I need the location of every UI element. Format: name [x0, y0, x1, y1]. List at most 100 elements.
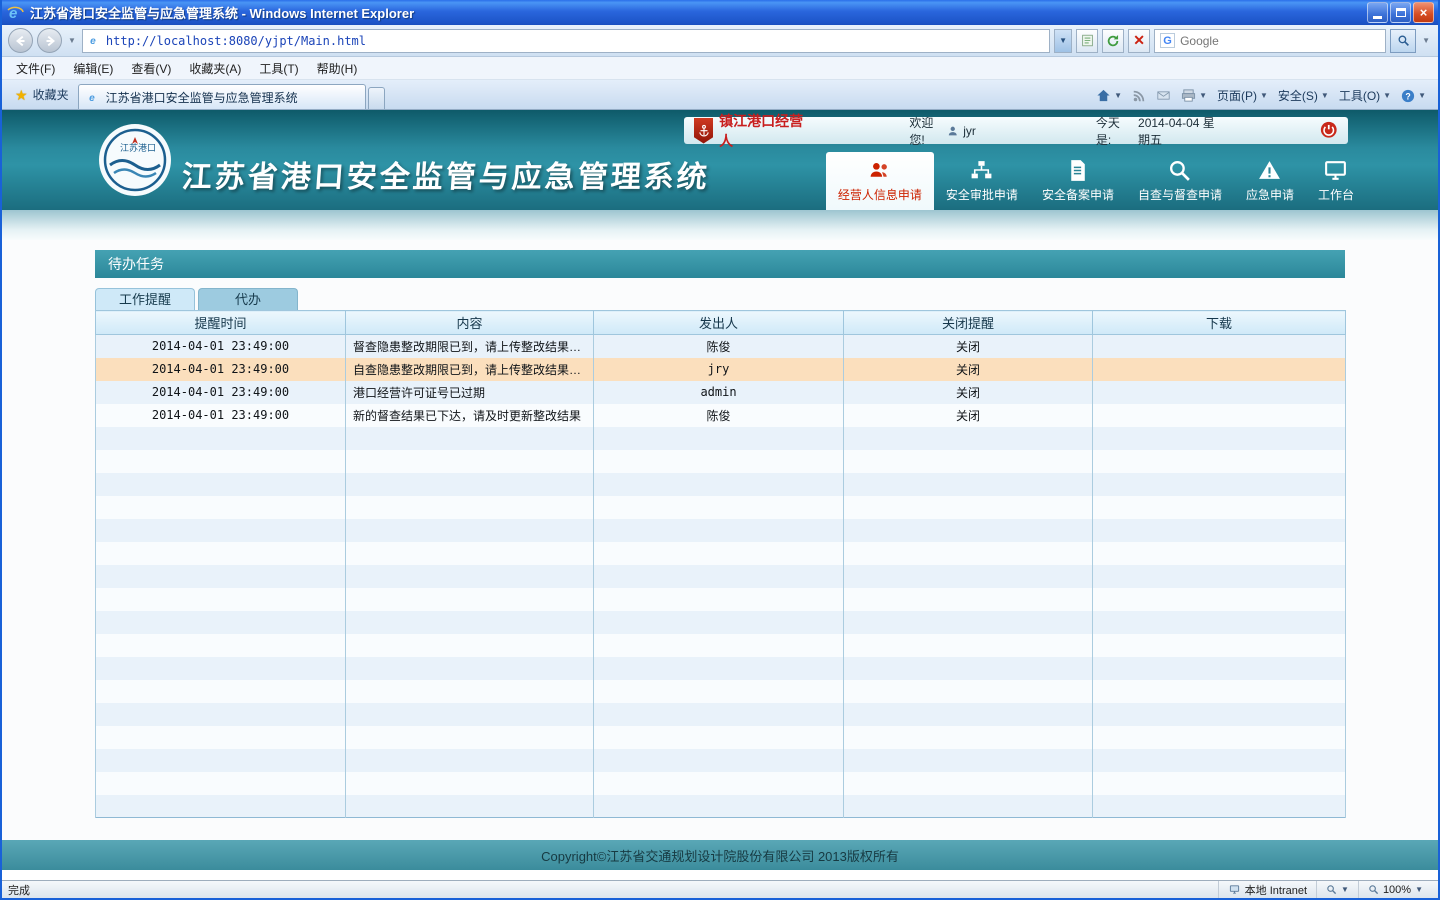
- cell-content: 自查隐患整改期限已到，请上传整改结果…: [346, 358, 594, 381]
- search-go-button[interactable]: [1390, 29, 1416, 53]
- logout-button[interactable]: [1320, 121, 1338, 141]
- close-link[interactable]: 关闭: [844, 335, 1093, 358]
- cell-sender: admin: [594, 381, 844, 404]
- table-row-empty: [96, 749, 1346, 772]
- menu-bar: 文件(F) 编辑(E) 查看(V) 收藏夹(A) 工具(T) 帮助(H): [2, 57, 1438, 80]
- table-row-empty: [96, 657, 1346, 680]
- table-row: 2014-04-01 23:49:00 督查隐患整改期限已到，请上传整改结果… …: [96, 335, 1346, 358]
- table-row-empty: [96, 726, 1346, 749]
- feeds-button[interactable]: [1132, 89, 1146, 103]
- menu-tools[interactable]: 工具(T): [251, 57, 306, 80]
- menu-file[interactable]: 文件(F): [8, 57, 63, 80]
- header-substrip: [2, 210, 1438, 240]
- nav-emergency[interactable]: 应急申请: [1234, 152, 1306, 210]
- table-row-empty: [96, 473, 1346, 496]
- svg-text:e: e: [89, 93, 95, 104]
- nav-inspection[interactable]: 自查与督查申请: [1126, 152, 1234, 210]
- page-icon: e: [88, 34, 101, 47]
- cell-content: 督查隐患整改期限已到，请上传整改结果…: [346, 335, 594, 358]
- magnifier-icon: [1167, 158, 1192, 183]
- power-icon: [1320, 121, 1338, 139]
- menu-edit[interactable]: 编辑(E): [65, 57, 121, 80]
- cell-download: [1093, 381, 1346, 404]
- cell-download: [1093, 335, 1346, 358]
- svg-text:e: e: [90, 36, 96, 47]
- site-footer: Copyright©江苏省交通规划设计院股份有限公司 2013版权所有: [2, 840, 1438, 870]
- nav-operator-info[interactable]: 经营人信息申请: [826, 152, 934, 210]
- table-row: 2014-04-01 23:49:00 新的督查结果已下达，请及时更新整改结果 …: [96, 404, 1346, 427]
- help-menu-button[interactable]: ? ▼: [1401, 89, 1426, 103]
- tab-work-reminder[interactable]: 工作提醒: [95, 288, 195, 310]
- command-bar: ▼ ▼ 页面(P)▼ 安全(S)▼ 工具(O)▼ ?: [1096, 87, 1434, 109]
- username: jyr: [963, 124, 976, 138]
- browser-tab[interactable]: e 江苏省港口安全监管与应急管理系统: [78, 84, 366, 109]
- maximize-button[interactable]: [1390, 2, 1411, 23]
- favorites-button[interactable]: ★ 收藏夹: [6, 82, 78, 109]
- close-link[interactable]: 关闭: [844, 358, 1093, 381]
- tab-pending[interactable]: 代办: [198, 288, 298, 310]
- close-link[interactable]: 关闭: [844, 404, 1093, 427]
- status-text: 完成: [8, 882, 30, 898]
- close-button[interactable]: ×: [1413, 2, 1434, 23]
- nav-workbench[interactable]: 工作台: [1306, 152, 1366, 210]
- page-menu-button[interactable]: 页面(P)▼: [1217, 87, 1268, 104]
- nav-safety-approval[interactable]: 安全审批申请: [934, 152, 1030, 210]
- panel-title: 待办任务: [95, 250, 1345, 278]
- col-header-download: 下载: [1093, 311, 1346, 335]
- new-tab-stub[interactable]: [368, 87, 385, 109]
- ie-icon: e: [6, 4, 24, 22]
- cell-content: 新的督查结果已下达，请及时更新整改结果: [346, 404, 594, 427]
- star-icon: ★: [15, 88, 28, 102]
- tools-menu-button[interactable]: 工具(O)▼: [1339, 87, 1391, 104]
- table-row-empty: [96, 703, 1346, 726]
- feed-icon: [1132, 89, 1146, 103]
- tab-title: 江苏省港口安全监管与应急管理系统: [106, 89, 298, 106]
- nav-safety-record[interactable]: 安全备案申请: [1030, 152, 1126, 210]
- close-link[interactable]: 关闭: [844, 381, 1093, 404]
- site-header: 江苏港口 江苏省港口安全监管与应急管理系统 镇江港口经营人 欢迎您! jyr: [2, 110, 1438, 210]
- menu-view[interactable]: 查看(V): [123, 57, 179, 80]
- stop-button[interactable]: ✕: [1128, 29, 1150, 53]
- table-row-empty: [96, 542, 1346, 565]
- home-button[interactable]: ▼: [1096, 88, 1122, 103]
- welcome-label: 欢迎您!: [909, 114, 941, 148]
- table-row: 2014-04-01 23:49:00 自查隐患整改期限已到，请上传整改结果… …: [96, 358, 1346, 381]
- menu-favorites[interactable]: 收藏夹(A): [181, 57, 249, 80]
- site-logo: 江苏港口: [98, 123, 172, 197]
- search-input[interactable]: [1180, 34, 1380, 48]
- cell-time: 2014-04-01 23:49:00: [96, 358, 346, 381]
- copyright-text: Copyright©江苏省交通规划设计院股份有限公司 2013版权所有: [541, 846, 899, 865]
- address-dropdown-button[interactable]: ▼: [1054, 29, 1072, 53]
- window-titlebar: e 江苏省港口安全监管与应急管理系统 - Windows Internet Ex…: [2, 0, 1438, 25]
- cell-download: [1093, 358, 1346, 381]
- address-input[interactable]: [106, 34, 1044, 48]
- refresh-button[interactable]: [1102, 29, 1124, 53]
- menu-help[interactable]: 帮助(H): [309, 57, 366, 80]
- people-icon: [867, 158, 892, 183]
- col-header-close: 关闭提醒: [844, 311, 1093, 335]
- table-header-row: 提醒时间 内容 发出人 关闭提醒 下载: [96, 311, 1346, 335]
- user-icon: [947, 124, 959, 138]
- window-title: 江苏省港口安全监管与应急管理系统 - Windows Internet Expl…: [30, 3, 414, 22]
- col-header-time: 提醒时间: [96, 311, 346, 335]
- mail-button[interactable]: [1156, 89, 1171, 102]
- compatibility-view-icon[interactable]: [1076, 29, 1098, 53]
- site-title: 江苏省港口安全监管与应急管理系统: [180, 152, 711, 196]
- history-dropdown-icon[interactable]: ▼: [66, 36, 78, 45]
- back-button[interactable]: [8, 28, 33, 53]
- monitor-icon: [1323, 158, 1348, 183]
- svg-text:江苏港口: 江苏港口: [120, 142, 156, 153]
- print-button[interactable]: ▼: [1181, 88, 1207, 103]
- browser-window: e 江苏省港口安全监管与应急管理系统 - Windows Internet Ex…: [0, 0, 1440, 900]
- protected-mode-toggle[interactable]: ▼: [1316, 881, 1358, 898]
- security-menu-button[interactable]: 安全(S)▼: [1278, 87, 1329, 104]
- cell-sender: 陈俊: [594, 335, 844, 358]
- search-dropdown-icon[interactable]: ▼: [1420, 36, 1432, 45]
- minimize-button[interactable]: [1367, 2, 1388, 23]
- zoom-control[interactable]: 100% ▼: [1358, 881, 1432, 898]
- cell-time: 2014-04-01 23:49:00: [96, 404, 346, 427]
- cell-content: 港口经营许可证号已过期: [346, 381, 594, 404]
- todo-table: 提醒时间 内容 发出人 关闭提醒 下载 2014-04-01 23:49:00 …: [95, 310, 1346, 818]
- cell-download: [1093, 404, 1346, 427]
- forward-button[interactable]: [37, 28, 62, 53]
